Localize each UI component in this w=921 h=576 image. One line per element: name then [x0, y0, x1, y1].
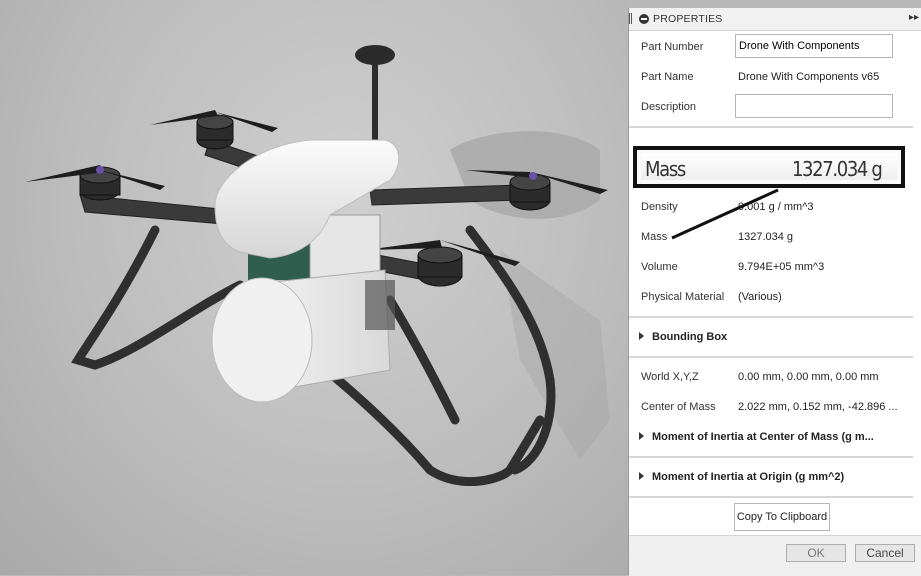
divider: [629, 316, 913, 318]
properties-panel: PROPERTIES ▸▸ Part Number Part Name Dron…: [628, 8, 921, 576]
panel-header: PROPERTIES ▸▸: [629, 8, 921, 31]
camera-gimbal: [211, 269, 395, 403]
moi-com-title: Moment of Inertia at Center of Mass (g m…: [652, 431, 874, 443]
density-label: Density: [641, 201, 678, 213]
moi-origin-title: Moment of Inertia at Origin (g mm^2): [652, 471, 845, 483]
gps-mast: [355, 45, 395, 147]
center-of-mass-value: 2.022 mm, 0.152 mm, -42.896 ...: [738, 401, 898, 413]
panel-title: PROPERTIES: [653, 13, 723, 25]
part-number-label: Part Number: [641, 41, 704, 53]
minus-circle-icon[interactable]: [639, 14, 649, 24]
description-label: Description: [641, 101, 697, 113]
material-value: (Various): [738, 291, 782, 303]
mass-highlight-callout: Mass 1327.034 g: [633, 146, 905, 188]
callout-mass-value: 1327.034 g: [791, 157, 882, 181]
divider: [629, 456, 913, 458]
bounding-box-title: Bounding Box: [652, 331, 728, 343]
bounding-box-section[interactable]: Bounding Box: [639, 324, 727, 350]
drag-grip-icon[interactable]: [629, 13, 632, 24]
moi-center-of-mass-section[interactable]: Moment of Inertia at Center of Mass (g m…: [639, 424, 874, 450]
ok-button[interactable]: OK: [786, 544, 846, 562]
triangle-right-icon: [639, 332, 644, 340]
drone-model: [25, 45, 610, 487]
moi-origin-section[interactable]: Moment of Inertia at Origin (g mm^2): [639, 464, 844, 490]
part-name-label: Part Name: [641, 71, 694, 83]
divider: [629, 126, 913, 128]
material-label: Physical Material: [641, 291, 725, 303]
part-name-value: Drone With Components v65: [738, 71, 880, 83]
description-input[interactable]: [735, 94, 893, 118]
part-number-input[interactable]: [735, 34, 893, 58]
callout-mass-label: Mass: [645, 157, 686, 181]
volume-label: Volume: [641, 261, 678, 273]
cancel-button[interactable]: Cancel: [855, 544, 915, 562]
center-of-mass-label: Center of Mass: [641, 401, 716, 413]
triangle-right-icon: [639, 472, 644, 480]
dialog-footer: OK Cancel: [629, 535, 921, 576]
divider: [629, 356, 913, 358]
volume-value: 9.794E+05 mm^3: [738, 261, 825, 273]
world-xyz-label: World X,Y,Z: [641, 371, 699, 383]
copy-to-clipboard-button[interactable]: Copy To Clipboard: [734, 503, 830, 531]
model-viewport[interactable]: [0, 0, 628, 575]
density-value: 0.001 g / mm^3: [738, 201, 814, 213]
world-xyz-value: 0.00 mm, 0.00 mm, 0.00 mm: [738, 371, 879, 383]
mass-value: 1327.034 g: [738, 231, 794, 243]
divider: [629, 496, 913, 498]
triangle-right-icon: [639, 432, 644, 440]
mass-label: Mass: [641, 231, 668, 243]
double-chevron-right-icon[interactable]: ▸▸: [909, 12, 919, 23]
